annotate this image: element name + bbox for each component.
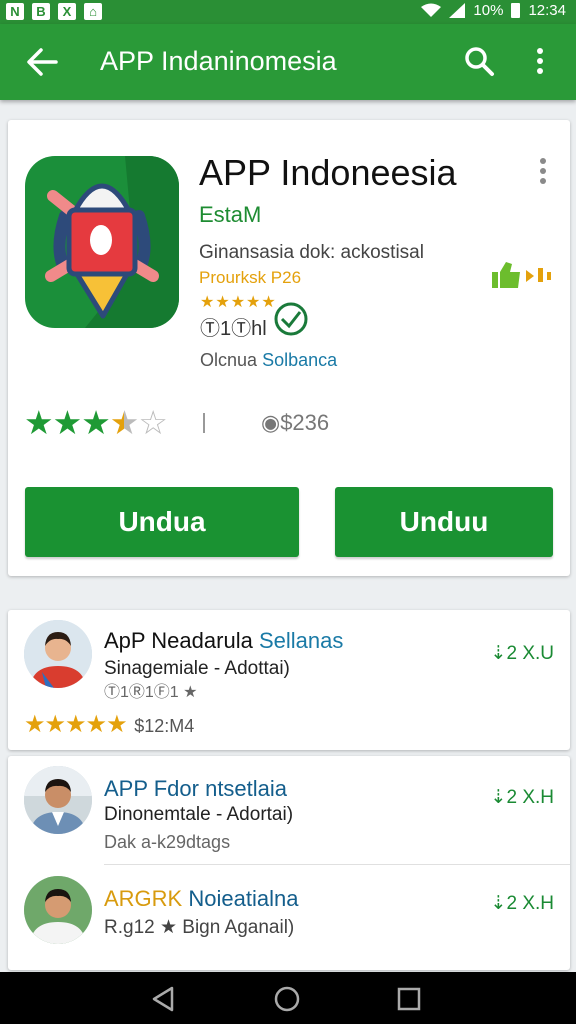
publisher-label: Olcnua [200, 350, 258, 370]
notification-icon: ⌂ [84, 3, 102, 20]
install-button[interactable]: Undua [25, 487, 299, 557]
list-item-rating: ★★★★★ $12:M4 [24, 710, 194, 739]
notification-icon: B [32, 3, 50, 20]
rating-star: ☆ [138, 404, 168, 441]
app-logo-icon [25, 156, 179, 328]
list-item-title: ApP Neadarula Sellanas [104, 628, 343, 654]
related-apps-card: APP Fdor ntsetlaia Dinonemtale - Adortai… [8, 756, 570, 970]
related-app-card[interactable]: ApP Neadarula Sellanas Sinagemiale - Ado… [8, 610, 570, 750]
list-item-subtitle: Sinagemiale - Adottai) [104, 658, 290, 679]
title-part: ARGRK [104, 886, 183, 911]
avatar [24, 876, 92, 944]
avatar [24, 766, 92, 834]
notification-icon: N [6, 3, 24, 20]
app-bar-title: APP Indaninomesia [100, 46, 337, 76]
rating-text: $12:M4 [134, 716, 195, 736]
list-item[interactable]: ARGRK Noieatialna R.g12 ★ Bign Aganail) … [8, 866, 570, 970]
developer-name[interactable]: EstaM [199, 202, 261, 228]
wifi-icon [421, 3, 442, 17]
battery-icon [511, 3, 521, 18]
list-item[interactable]: ApP Neadarula Sellanas Sinagemiale - Ado… [8, 610, 570, 750]
navigation-bar [0, 972, 576, 1024]
download-count: ◉$236 [261, 410, 330, 435]
list-item-meta: Dak a-k29dtags [104, 832, 231, 852]
download-button[interactable]: Unduu [335, 487, 553, 557]
app-bar: APP Indaninomesia [0, 24, 576, 100]
list-item-title: ARGRK Noieatialna [104, 886, 298, 912]
list-item-meta: Ⓣ1Ⓡ1Ⓕ1 ★ [104, 684, 198, 701]
signal-icon [449, 3, 466, 18]
list-item-size: ⇣2 X.U [490, 643, 554, 664]
back-arrow-icon[interactable] [22, 42, 62, 82]
back-nav-icon[interactable] [148, 984, 178, 1014]
clock: 12:34 [528, 2, 566, 19]
title-part: Sellanas [258, 628, 344, 653]
thumbs-up-icon [492, 262, 551, 288]
small-rating-stars: ★★★★★ [200, 294, 277, 311]
rating-stars: ★★★★☆ [24, 404, 168, 441]
app-detail-card: APP Indoneesia EstaM Ginansasia dok: ack… [8, 120, 570, 576]
home-nav-icon[interactable] [272, 984, 302, 1014]
app-description: Ginansasia dok: ackostisal [199, 242, 424, 263]
list-item[interactable]: APP Fdor ntsetlaia Dinonemtale - Adortai… [8, 756, 570, 864]
rating-star: ★ [24, 404, 54, 441]
notification-icons: N B X ⌂ [6, 3, 102, 20]
list-item-subtitle: R.g12 ★ Bign Aganail) [104, 917, 295, 938]
app-title: APP Indoneesia [199, 152, 457, 193]
verified-badge-icon [274, 302, 308, 336]
list-item-subtitle: Dinonemtale - Adortai) [104, 804, 294, 825]
app-category: Prourksk P26 [199, 268, 302, 287]
search-icon[interactable] [460, 42, 500, 82]
title-part: ApP Neadarula [104, 628, 253, 653]
list-item-size: ⇣2 X.H [490, 787, 554, 808]
status-bar: N B X ⌂ 10% 12:34 [0, 0, 576, 24]
battery-percent: 10% [473, 2, 504, 19]
rating-stars: ★★★★★ [24, 711, 128, 738]
avatar [24, 620, 92, 688]
more-options-icon[interactable] [528, 44, 552, 80]
rating-star: ★ [109, 404, 140, 441]
publisher-line: Olcnua Solbanca [200, 350, 337, 371]
notification-icon: X [58, 3, 76, 20]
rating-star: ★ [81, 404, 111, 441]
list-divider [104, 864, 570, 865]
publisher-name[interactable]: Solbanca [262, 350, 337, 370]
rating-star: ★ [52, 404, 83, 441]
list-item-size: ⇣2 X.H [490, 893, 554, 914]
recents-nav-icon[interactable] [394, 984, 424, 1014]
app-size: Ⓣ1Ⓣhl [200, 318, 267, 340]
rating-divider [203, 413, 205, 433]
more-vert-icon[interactable] [536, 156, 550, 192]
title-part: Noieatialna [188, 886, 299, 911]
list-item-title: APP Fdor ntsetlaia [104, 776, 288, 801]
